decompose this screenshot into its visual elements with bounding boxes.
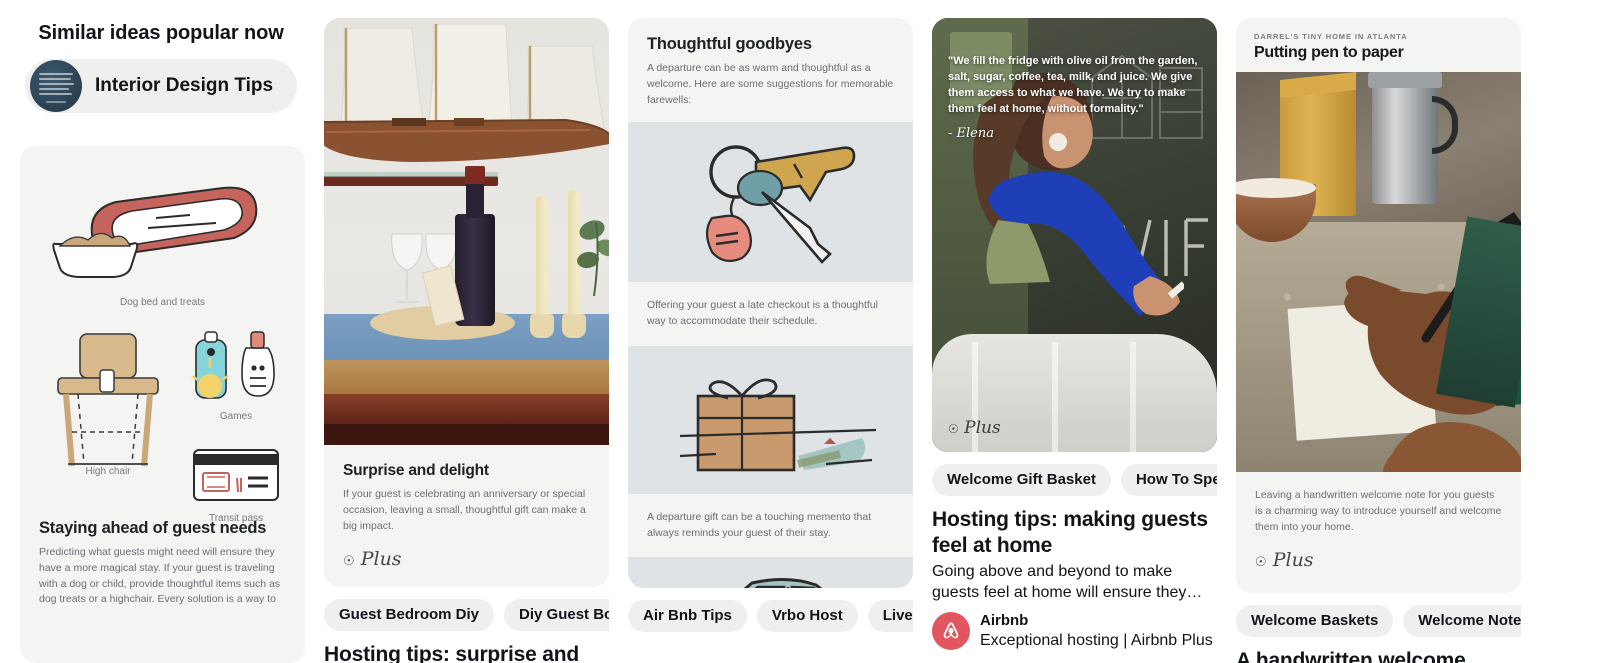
pin-description: Going above and beyond to make guests fe… — [932, 563, 1203, 601]
pin-tag-list: Welcome Baskets Welcome Note — [1236, 605, 1521, 638]
pin-source[interactable]: Airbnb Exceptional hosting | Airbnb Plus — [932, 612, 1217, 651]
pin-tag-list: Guest Bedroom Diy Diy Guest Book — [324, 599, 609, 632]
pin-tag-list: Welcome Gift Basket How To Speak — [932, 464, 1217, 496]
guide-heading: Putting pen to paper — [1254, 44, 1404, 61]
pin-card-making-guests-feel-at-home[interactable]: "We fill the fridge with olive oil from … — [932, 18, 1217, 651]
airbnb-logo-icon — [932, 612, 970, 651]
airbnb-plus-mark: ☉ Plus — [1255, 549, 1314, 572]
pin-card-handwritten-welcome[interactable]: DARREL'S TINY HOME IN ATLANTA Putting pe… — [1236, 18, 1521, 663]
pin-image: "We fill the fridge with olive oil from … — [932, 18, 1217, 452]
keys-illustration — [628, 122, 913, 283]
pin-image: Dog bed and treats Games Transit pass Hi… — [20, 146, 305, 663]
pin-tag[interactable]: How To Speak — [1120, 464, 1217, 496]
guide-note: Offering your guest a late checkout is a… — [647, 299, 878, 327]
photo-quote: "We fill the fridge with olive oil from … — [948, 55, 1198, 115]
guide-heading: Surprise and delight — [343, 462, 489, 479]
transit-pass-illustration — [193, 449, 279, 501]
high-chair-illustration — [57, 333, 159, 467]
guide-body: Predicting what guests might need will e… — [39, 546, 281, 606]
pin-tag[interactable]: Guest Bedroom Diy — [324, 599, 495, 632]
dog-bed-illustration — [52, 186, 258, 278]
illustration-caption-dog-bed: Dog bed and treats — [119, 297, 206, 308]
page-title: Similar ideas popular now — [38, 22, 284, 44]
pin-source-board: Exceptional hosting | Airbnb Plus — [980, 631, 1213, 649]
airbnb-plus-mark: ☉ Plus — [343, 548, 402, 571]
car-illustration — [628, 557, 913, 588]
pin-source-text: Airbnb Exceptional hosting | Airbnb Plus — [980, 612, 1213, 651]
guide-body: A departure can be as warm and thoughtfu… — [647, 62, 894, 106]
pin-card-thoughtful-goodbyes[interactable]: Thoughtful goodbyes A departure can be a… — [628, 18, 913, 632]
pin-title: A handwritten welcome — [1236, 649, 1466, 663]
photo-host-chalkboard: "We fill the fridge with olive oil from … — [932, 18, 1217, 452]
photo-sailboat-wine — [324, 18, 609, 445]
pin-tag[interactable]: Welcome Note — [1403, 605, 1521, 638]
guide-body: Leaving a handwritten welcome note for y… — [1255, 489, 1502, 533]
pin-card-surprise-and-delight[interactable]: Surprise and delight If your guest is ce… — [324, 18, 609, 663]
pin-tag[interactable]: Air Bnb Tips — [628, 600, 747, 632]
pin-title: Hosting tips: making guests feel at home — [932, 508, 1208, 557]
pin-tag[interactable]: Welcome Gift Basket — [932, 464, 1111, 496]
pin-tag-list: Air Bnb Tips Vrbo Host Live Work — [628, 600, 913, 632]
games-illustration — [191, 331, 275, 399]
photo-quote-attribution: - Elena — [948, 126, 994, 141]
similar-ideas-rail: Similar ideas popular now Interior Desig… — [0, 0, 322, 663]
pin-image: Surprise and delight If your guest is ce… — [324, 18, 609, 588]
gift-box-illustration — [628, 345, 913, 494]
pin-tag[interactable]: Vrbo Host — [756, 600, 858, 632]
pin-tag[interactable]: Welcome Baskets — [1236, 605, 1394, 638]
illustration-caption-games: Games — [219, 411, 253, 422]
pin-source-name: Airbnb — [980, 612, 1029, 630]
guide-eyebrow: DARREL'S TINY HOME IN ATLANTA — [1254, 32, 1408, 41]
guide-heading: Staying ahead of guest needs — [39, 519, 267, 537]
guide-body: If your guest is celebrating an annivers… — [343, 488, 586, 532]
idea-chip-thumbnail — [30, 60, 82, 112]
idea-chip-label: Interior Design Tips — [95, 75, 274, 96]
pin-tag[interactable]: Live Work — [867, 600, 913, 632]
guide-heading: Thoughtful goodbyes — [647, 35, 812, 53]
pin-image: Thoughtful goodbyes A departure can be a… — [628, 18, 913, 588]
photo-handwriting-note — [1236, 72, 1521, 472]
pin-title: Hosting tips: surprise and — [324, 643, 579, 663]
pin-card-guest-needs[interactable]: Dog bed and treats Games Transit pass Hi… — [20, 146, 305, 663]
guide-note: A departure gift can be a touching memen… — [647, 510, 872, 539]
airbnb-plus-mark: ☉ Plus — [948, 418, 1001, 438]
pin-image: DARREL'S TINY HOME IN ATLANTA Putting pe… — [1236, 18, 1521, 594]
pin-feed: Similar ideas popular now Interior Desig… — [0, 0, 1600, 663]
pin-tag[interactable]: Diy Guest Book — [504, 599, 609, 632]
idea-chip-interior-design-tips[interactable]: Interior Design Tips — [25, 59, 297, 113]
